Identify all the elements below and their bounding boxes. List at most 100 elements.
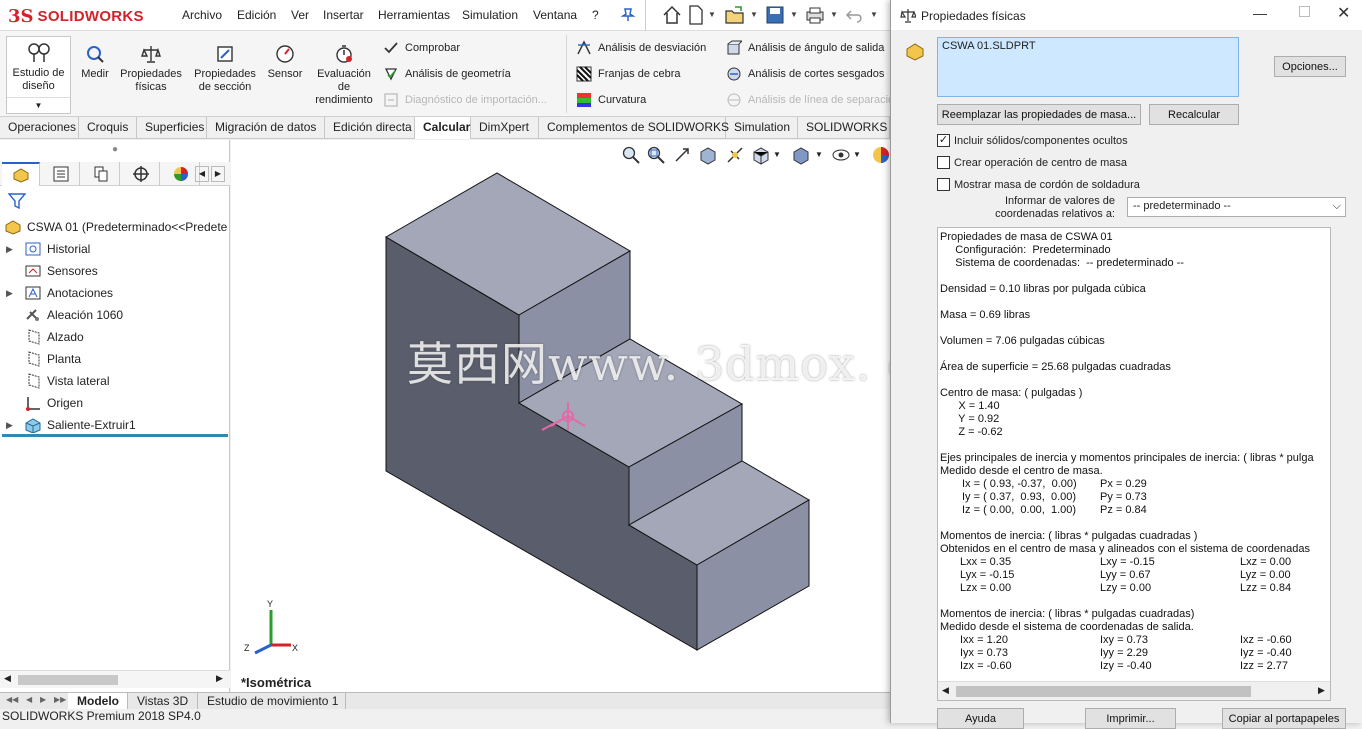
tab-dimxpert-manager[interactable] — [122, 162, 160, 186]
dialog-titlebar[interactable]: Propiedades físicas — ✕ — [891, 0, 1362, 30]
tab-superficies[interactable]: Superficies — [137, 117, 207, 139]
include-hidden-checkbox[interactable]: ✓ Incluir sólidos/componentes ocultos — [937, 134, 1128, 147]
tab-operaciones[interactable]: Operaciones — [0, 117, 79, 139]
coord-system-select[interactable]: -- predeterminado -- ⌵ — [1127, 197, 1346, 217]
tab-feature-tree[interactable] — [2, 162, 40, 186]
sensor-button[interactable]: Sensor — [263, 31, 307, 117]
pin-icon[interactable] — [621, 8, 635, 22]
chevron-right-icon[interactable]: ▶ — [211, 166, 225, 182]
selection-box[interactable]: CSWA 01.SLDPRT — [937, 37, 1239, 97]
parting-line-button[interactable]: Análisis de línea de separación — [726, 89, 890, 111]
draft-analysis-button[interactable]: Análisis de ángulo de salida — [726, 37, 890, 59]
chevron-right-icon[interactable]: ▶ — [216, 673, 223, 684]
chevron-down-icon[interactable]: ▼ — [870, 10, 878, 19]
undo-icon[interactable] — [845, 5, 865, 25]
results-scrollbar[interactable]: ◀ ▶ — [938, 681, 1330, 700]
geometry-analysis-button[interactable]: Análisis de geometría — [383, 63, 511, 85]
filter-icon[interactable] — [8, 192, 26, 210]
chevron-left-icon[interactable]: ◀ — [942, 685, 949, 696]
checkbox-unchecked[interactable] — [937, 178, 950, 191]
checkbox-unchecked[interactable] — [937, 156, 950, 169]
tab-migraci-n-de-datos[interactable]: Migración de datos — [207, 117, 325, 139]
section-properties-button[interactable]: Propiedades de sección — [190, 31, 260, 117]
undercut-analysis-button[interactable]: Análisis de cortes sesgados — [726, 63, 890, 85]
chevron-right-icon[interactable]: ▶ — [6, 244, 16, 255]
tree-scrollbar[interactable]: ◀ ▶ — [0, 670, 230, 688]
open-folder-icon[interactable] — [725, 5, 745, 25]
menu-ventana[interactable]: Ventana — [533, 8, 577, 22]
print-icon[interactable] — [805, 5, 825, 25]
chevron-down-icon[interactable]: ⌵ — [1333, 200, 1341, 213]
menu-ver[interactable]: Ver — [291, 8, 309, 22]
tab-edici-n-directa[interactable]: Edición directa — [325, 117, 415, 139]
tab-property-manager[interactable] — [42, 162, 80, 186]
show-weld-checkbox[interactable]: Mostrar masa de cordón de soldadura — [937, 178, 1140, 191]
create-com-checkbox[interactable]: Crear operación de centro de masa — [937, 156, 1127, 169]
options-button[interactable]: Opciones... — [1274, 56, 1346, 77]
tab-configuration-manager[interactable] — [82, 162, 120, 186]
chevron-left-icon[interactable]: ◀ — [4, 673, 11, 684]
tab-croquis[interactable]: Croquis — [79, 117, 137, 139]
save-icon[interactable] — [765, 5, 785, 25]
tree-item[interactable]: Vista lateral — [0, 370, 109, 392]
performance-eval-button[interactable]: Evaluación de rendimiento — [310, 31, 378, 117]
zebra-stripes-button[interactable]: Franjas de cebra — [576, 63, 681, 85]
menu-edicion[interactable]: Edición — [237, 8, 276, 22]
tree-item[interactable]: ▶ Saliente-Extruir1 — [0, 414, 136, 436]
chevron-left-icon[interactable]: ◀ — [26, 695, 32, 704]
menu-simulation[interactable]: Simulation — [462, 8, 518, 22]
chevron-right-icon[interactable]: ▶▶ — [54, 695, 66, 704]
tab-complementos-de-solidworks[interactable]: Complementos de SOLIDWORKS — [539, 117, 729, 139]
maximize-icon[interactable] — [1299, 6, 1310, 17]
measure-button[interactable]: Medir — [76, 31, 114, 117]
chevron-right-icon[interactable]: ▶ — [6, 420, 16, 431]
chevron-right-icon[interactable]: ▶ — [1318, 685, 1325, 696]
tree-item[interactable]: Planta — [0, 348, 81, 370]
tab-dimxpert[interactable]: DimXpert — [471, 117, 539, 139]
new-file-icon[interactable] — [688, 5, 704, 25]
chevron-down-icon[interactable]: ▼ — [750, 10, 758, 19]
minimize-icon[interactable]: — — [1253, 5, 1267, 21]
chevron-down-icon[interactable]: ▼ — [830, 10, 838, 19]
scroll-thumb[interactable] — [18, 675, 118, 685]
chevron-right-icon[interactable]: ▶ — [6, 288, 16, 299]
chevron-left-icon[interactable]: ◀ — [195, 166, 209, 182]
recalculate-button[interactable]: Recalcular — [1149, 104, 1239, 125]
check-button[interactable]: Comprobar — [383, 37, 460, 59]
menu-archivo[interactable]: Archivo — [182, 8, 222, 22]
tree-item[interactable]: Origen — [0, 392, 83, 414]
override-mass-button[interactable]: Reemplazar las propiedades de masa... — [937, 104, 1141, 125]
tree-item[interactable]: Sensores — [0, 260, 98, 282]
tree-root[interactable]: CSWA 01 (Predeterminado<<Predete — [0, 216, 227, 238]
tree-item[interactable]: ▶ Historial — [0, 238, 90, 260]
chevron-left-icon[interactable]: ◀◀ — [6, 695, 18, 704]
home-icon[interactable] — [662, 5, 682, 25]
tree-item[interactable]: ▶ Anotaciones — [0, 282, 113, 304]
bottom-tab[interactable]: Modelo — [68, 693, 128, 710]
menu-insertar[interactable]: Insertar — [323, 8, 364, 22]
tab-calcular[interactable]: Calcular — [415, 117, 471, 139]
graphics-area[interactable]: ▼ ▼ ▼ Y X Z 莫西网www. 3dmox. com *Isométri… — [231, 140, 986, 692]
design-study-button[interactable]: Estudio de diseño ▼ — [6, 36, 71, 114]
bottom-tab[interactable]: Vistas 3D — [128, 693, 198, 710]
tree-item[interactable]: Aleación 1060 — [0, 304, 123, 326]
tab-solidworks[interactable]: SOLIDWORKS — [798, 117, 890, 139]
copy-clipboard-button[interactable]: Copiar al portapapeles — [1222, 708, 1346, 729]
tab-simulation[interactable]: Simulation — [726, 117, 798, 139]
close-icon[interactable]: ✕ — [1337, 3, 1350, 23]
model-view[interactable]: Y X Z — [231, 140, 891, 692]
menu-herramientas[interactable]: Herramientas — [378, 8, 450, 22]
tree-item[interactable]: Alzado — [0, 326, 84, 348]
deviation-analysis-button[interactable]: Análisis de desviación — [576, 37, 706, 59]
checkbox-checked[interactable]: ✓ — [937, 134, 950, 147]
print-button[interactable]: Imprimir... — [1085, 708, 1176, 729]
chevron-right-icon[interactable]: ▶ — [40, 695, 46, 704]
bottom-tab[interactable]: Estudio de movimiento 1 — [198, 693, 346, 710]
import-diagnostics-button[interactable]: Diagnóstico de importación... — [383, 89, 547, 111]
solidworks-logo[interactable]: 3S SOLIDWORKS — [8, 4, 158, 28]
collapse-handle[interactable]: ● — [0, 140, 230, 162]
rollback-bar[interactable] — [2, 434, 228, 437]
help-button[interactable]: Ayuda — [937, 708, 1024, 729]
results-panel[interactable]: Propiedades de masa de CSWA 01 Configura… — [937, 227, 1331, 701]
chevron-down-icon[interactable]: ▼ — [7, 97, 70, 113]
